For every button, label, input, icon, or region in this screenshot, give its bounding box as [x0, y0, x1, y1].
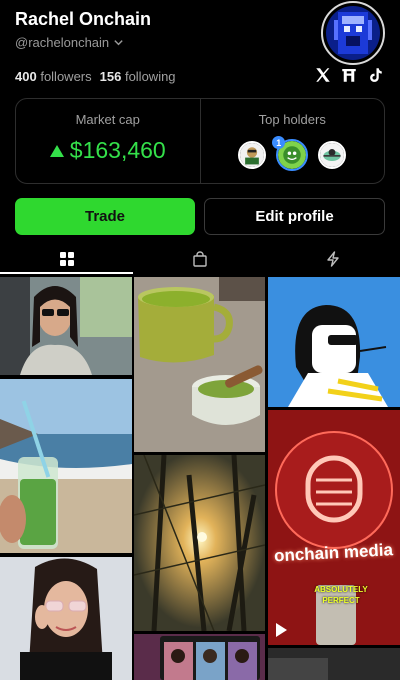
- media-selfie-car[interactable]: [0, 277, 132, 375]
- tab-grid[interactable]: [0, 246, 134, 274]
- media-onchain-media-neon[interactable]: onchain media ABSOLUTELY PERFECT: [268, 410, 400, 645]
- profile-tabs: [0, 246, 400, 274]
- tiktok-icon[interactable]: [366, 66, 384, 84]
- tab-activity[interactable]: [267, 246, 400, 274]
- lightning-icon: [327, 251, 340, 267]
- media-forest-sun[interactable]: [134, 455, 265, 631]
- media-cartoon-drawing[interactable]: [268, 277, 400, 407]
- chevron-down-icon: [114, 40, 123, 46]
- followers-stat[interactable]: 400 followers: [15, 69, 92, 84]
- stats-card: Market cap $163,460 Top holders 1: [15, 98, 385, 184]
- grid-icon: [59, 252, 74, 266]
- follow-stats: 400 followers 156 following: [15, 69, 176, 84]
- media-matcha-mug[interactable]: [134, 277, 265, 452]
- profile-name: Rachel Onchain: [15, 9, 152, 29]
- tab-shop[interactable]: [133, 246, 266, 274]
- x-icon[interactable]: [314, 66, 332, 84]
- market-cap-value: $163,460: [69, 137, 166, 163]
- media-matcha-beach[interactable]: [0, 379, 132, 553]
- top-holders-section[interactable]: Top holders 1: [199, 99, 385, 183]
- sticker-text: ABSOLUTELY PERFECT: [314, 585, 368, 605]
- trade-button[interactable]: Trade: [15, 198, 195, 235]
- top-holder-avatar[interactable]: 1: [272, 136, 309, 171]
- holder-avatar[interactable]: [318, 141, 347, 169]
- play-icon: [276, 623, 287, 637]
- avatar[interactable]: [321, 1, 385, 65]
- media-glasses-portrait[interactable]: [0, 557, 132, 680]
- shopping-bag-icon: [193, 251, 207, 267]
- media-video-call[interactable]: [134, 634, 265, 680]
- social-links: [314, 66, 384, 84]
- market-cap-label: Market cap: [75, 112, 140, 127]
- market-cap-section[interactable]: Market cap $163,460: [16, 99, 200, 183]
- handle-dropdown[interactable]: @rachelonchain: [15, 35, 124, 50]
- media-tile-partial[interactable]: [268, 648, 400, 680]
- edit-profile-button[interactable]: Edit profile: [204, 198, 385, 235]
- holder-avatar[interactable]: [238, 141, 267, 169]
- top-holders-label: Top holders: [258, 112, 326, 127]
- profile-handle: @rachelonchain: [15, 35, 110, 50]
- linktree-icon[interactable]: [340, 66, 358, 84]
- following-stat[interactable]: 156 following: [100, 69, 176, 84]
- trend-up-triangle-icon: [49, 144, 64, 157]
